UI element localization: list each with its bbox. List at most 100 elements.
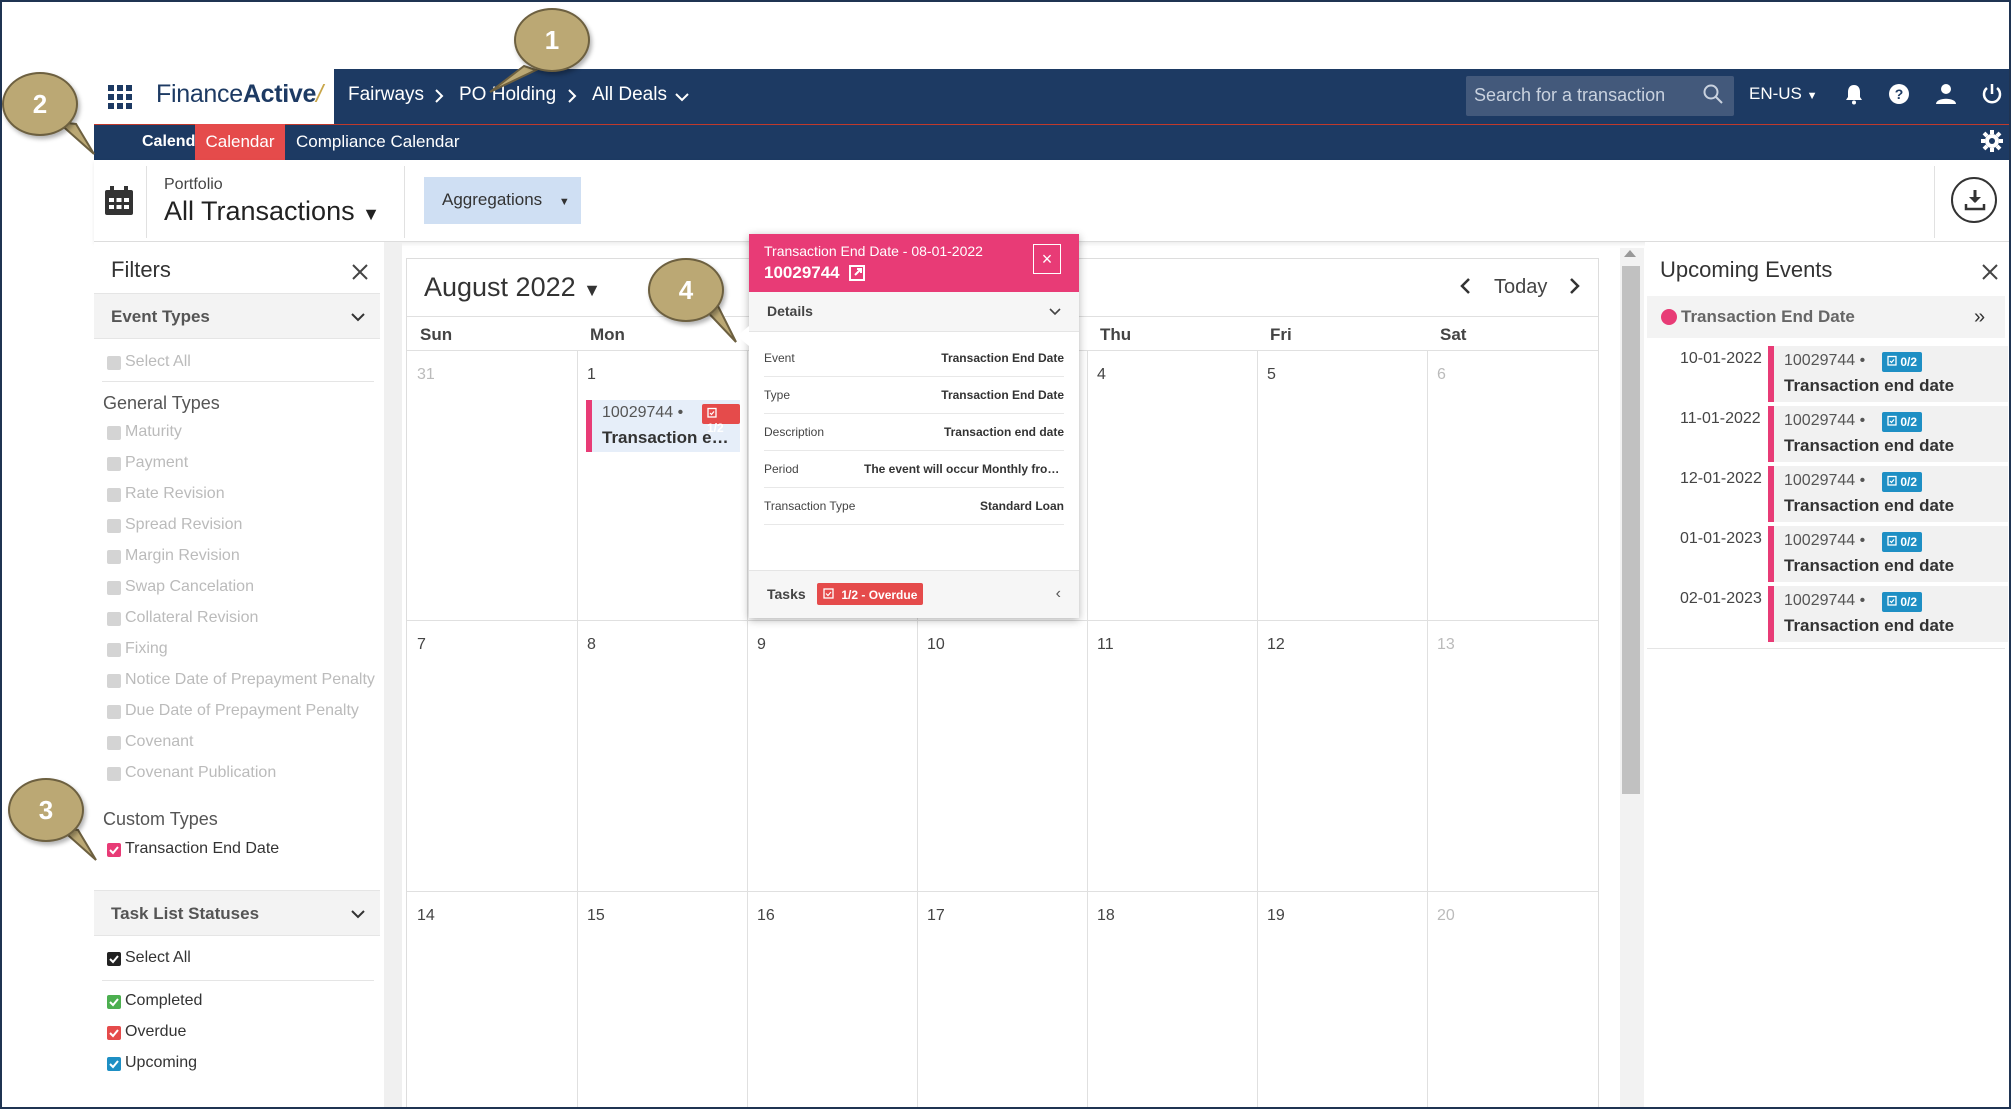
detail-value: Standard Loan xyxy=(979,499,1064,513)
chevron-left-icon[interactable]: ‹ xyxy=(1056,585,1061,603)
day-number[interactable]: 12 xyxy=(1267,636,1285,654)
chevron-down-icon[interactable] xyxy=(674,91,690,103)
filter-task-upcoming[interactable]: Upcoming xyxy=(107,1054,377,1074)
task-calendar-icon xyxy=(1887,415,1897,426)
filters-gutter xyxy=(384,242,402,1109)
download-button[interactable] xyxy=(1951,177,1997,223)
power-icon[interactable] xyxy=(1980,82,2004,106)
upcoming-event-card[interactable]: 10029744 • 0/2 Transaction end date xyxy=(1768,406,2008,462)
popup-close-button[interactable]: × xyxy=(1033,244,1061,274)
tab-calendar[interactable]: Calendar xyxy=(195,124,285,160)
filter-general-type[interactable]: Notice Date of Prepayment Penalty xyxy=(107,671,377,691)
popup-details-section[interactable]: Details xyxy=(749,292,1079,332)
grid-line xyxy=(1257,350,1258,1109)
day-number[interactable]: 14 xyxy=(417,907,435,925)
day-number[interactable]: 10 xyxy=(927,636,945,654)
chevron-left-icon[interactable] xyxy=(1456,276,1476,296)
day-number[interactable]: 11 xyxy=(1097,636,1114,654)
event-types-section[interactable]: Event Types xyxy=(94,293,380,339)
filter-general-type[interactable]: Fixing xyxy=(107,640,377,660)
upcoming-section-label: Transaction End Date xyxy=(1681,307,1855,326)
day-number[interactable]: 15 xyxy=(587,907,605,925)
day-number[interactable]: 16 xyxy=(757,907,775,925)
filter-task-select-all[interactable]: Select All xyxy=(107,949,377,969)
task-calendar-icon xyxy=(1887,535,1897,546)
day-number[interactable]: 5 xyxy=(1267,366,1276,384)
day-number[interactable]: 13 xyxy=(1437,636,1455,654)
grid-line xyxy=(1087,350,1088,1109)
day-number[interactable]: 18 xyxy=(1097,907,1115,925)
tab-compliance-calendar[interactable]: Compliance Calendar xyxy=(296,132,459,152)
search-input[interactable]: Search for a transaction xyxy=(1466,76,1734,116)
filter-general-type[interactable]: Covenant Publication xyxy=(107,764,377,784)
filter-general-type[interactable]: Payment xyxy=(107,454,377,474)
filter-task-completed[interactable]: Completed xyxy=(107,992,377,1012)
divider xyxy=(102,980,374,981)
filter-general-type[interactable]: Collateral Revision xyxy=(107,609,377,629)
day-number[interactable]: 6 xyxy=(1437,366,1446,384)
event-transaction-id: 10029744 • xyxy=(602,404,684,421)
bell-icon[interactable] xyxy=(1842,82,1866,106)
filter-transaction-end-date[interactable]: Transaction End Date xyxy=(107,840,377,860)
upcoming-event-card[interactable]: 10029744 • 0/2 Transaction end date xyxy=(1768,466,2008,522)
popup-transaction-id[interactable]: 10029744 xyxy=(764,263,840,283)
breadcrumb-fairways[interactable]: Fairways xyxy=(348,84,424,106)
upcoming-event-card[interactable]: 10029744 • 0/2 Transaction end date xyxy=(1768,346,2008,402)
filter-general-type[interactable]: Due Date of Prepayment Penalty xyxy=(107,702,377,722)
popup-tasks-section[interactable]: Tasks 1/2 - Overdue ‹ xyxy=(749,570,1079,618)
day-number[interactable]: 31 xyxy=(417,366,435,384)
external-link-icon[interactable] xyxy=(849,265,865,281)
callout-marker: 4 xyxy=(648,258,724,322)
weekday-header: Sun xyxy=(420,325,453,344)
detail-value: Transaction end date xyxy=(943,425,1064,439)
upcoming-event-card[interactable]: 10029744 • 0/2 Transaction end date xyxy=(1768,586,2008,642)
today-button[interactable]: Today xyxy=(1494,276,1547,299)
apps-grid-icon[interactable] xyxy=(108,85,132,109)
popup-title: Transaction End Date - 08-01-2022 xyxy=(764,243,983,259)
filter-general-type[interactable]: Rate Revision xyxy=(107,485,377,505)
language-selector[interactable]: EN-US ▼ xyxy=(1749,84,1818,104)
event-transaction-id: 10029744 • xyxy=(1784,532,1866,549)
day-number[interactable]: 17 xyxy=(927,907,945,925)
subnav-section[interactable]: Calendar xyxy=(94,124,277,160)
portfolio-selector[interactable]: All Transactions ▼ xyxy=(164,196,380,227)
day-number[interactable]: 20 xyxy=(1437,907,1455,925)
filter-general-type[interactable]: Maturity xyxy=(107,423,377,443)
scrollbar-thumb[interactable] xyxy=(1622,266,1640,794)
aggregations-button[interactable]: Aggregations ▼ xyxy=(424,177,581,224)
upcoming-event-card[interactable]: 10029744 • 0/2 Transaction end date xyxy=(1768,526,2008,582)
user-icon[interactable] xyxy=(1934,82,1958,106)
event-transaction-id: 10029744 • xyxy=(1784,412,1866,429)
filter-task-overdue[interactable]: Overdue xyxy=(107,1023,377,1043)
close-icon[interactable] xyxy=(1980,262,2000,282)
filter-general-type[interactable]: Margin Revision xyxy=(107,547,377,567)
close-icon[interactable] xyxy=(350,262,370,282)
month-selector[interactable]: August 2022 ▼ xyxy=(424,272,601,303)
event-label: Transaction end date xyxy=(1784,496,1955,515)
divider xyxy=(1647,648,2005,649)
day-number[interactable]: 19 xyxy=(1267,907,1285,925)
day-number[interactable]: 1 xyxy=(587,366,596,384)
day-number[interactable]: 8 xyxy=(587,636,596,654)
day-number[interactable]: 9 xyxy=(757,636,766,654)
calendar-event[interactable]: 10029744 • 1/2 Transaction end date xyxy=(586,400,740,452)
finance-active-logo[interactable]: FinanceActive/ xyxy=(156,80,323,109)
filter-general-type[interactable]: Swap Cancelation xyxy=(107,578,377,598)
help-icon[interactable]: ? xyxy=(1887,82,1911,106)
gear-icon[interactable] xyxy=(1980,129,2004,153)
task-list-statuses-section[interactable]: Task List Statuses xyxy=(94,890,380,936)
day-number[interactable]: 4 xyxy=(1097,366,1106,384)
filter-general-type[interactable]: Covenant xyxy=(107,733,377,753)
breadcrumb-all-deals[interactable]: All Deals xyxy=(592,84,667,106)
scroll-up-arrow[interactable] xyxy=(1624,250,1636,257)
chevron-right-icon[interactable] xyxy=(1564,276,1584,296)
search-icon[interactable] xyxy=(1703,84,1723,104)
task-badge: 0/2 xyxy=(1882,352,1923,372)
filter-general-type[interactable]: Spread Revision xyxy=(107,516,377,536)
double-chevron-right-icon[interactable]: » xyxy=(1974,306,1985,329)
filter-select-all-event-types[interactable]: Select All xyxy=(107,353,377,373)
task-calendar-icon xyxy=(823,588,834,599)
grid-line xyxy=(747,350,748,1109)
day-number[interactable]: 7 xyxy=(417,636,426,654)
popup-detail-row: Transaction Type Standard Loan xyxy=(764,488,1064,525)
